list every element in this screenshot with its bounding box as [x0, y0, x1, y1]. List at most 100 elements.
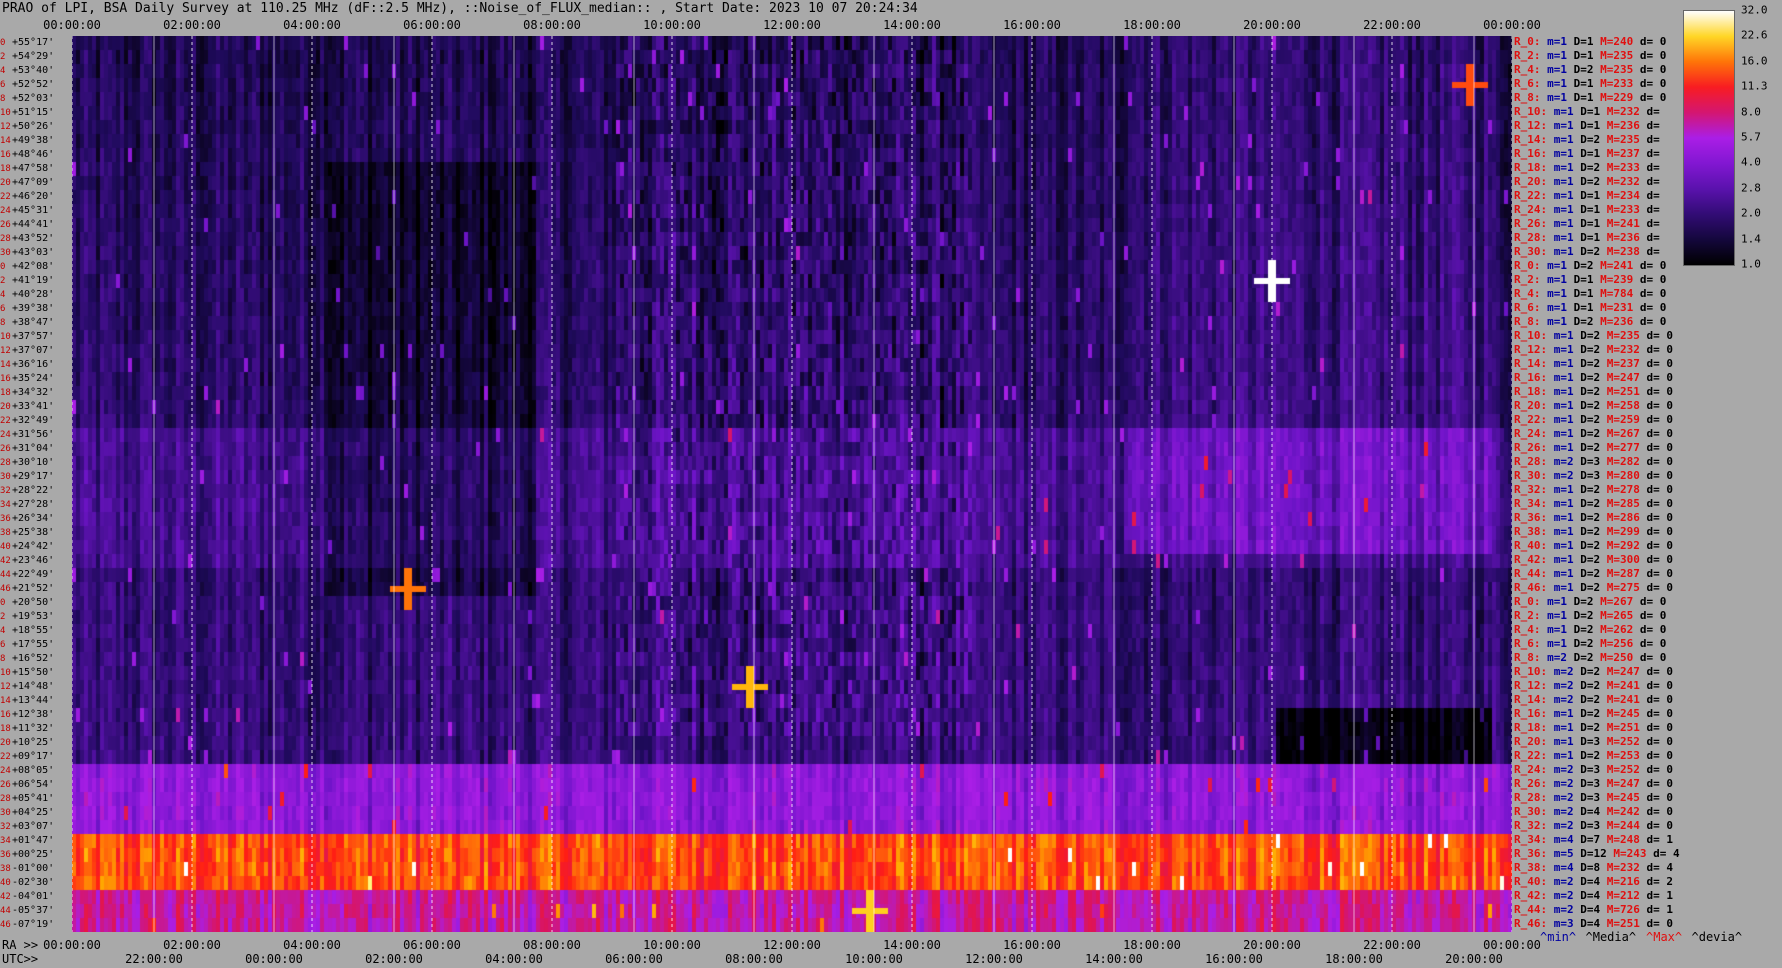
row-index: 16	[0, 150, 11, 160]
row-stat: R_26: m=2 D=3 M=247 d= 0	[1514, 777, 1680, 790]
stat-h: M=237	[1606, 357, 1640, 370]
stat-h: M=236	[1606, 231, 1640, 244]
row-stat: R_4: m=1 D=1 M=784 d= 0	[1514, 287, 1673, 300]
row-index: 8	[0, 94, 6, 104]
declination-value: +39°38'	[12, 303, 55, 314]
stat-v: d= 0	[1646, 469, 1674, 482]
row-index: 0	[0, 598, 6, 608]
declination-value: +09°17'	[12, 751, 55, 762]
stat-h: M=237	[1606, 147, 1640, 160]
row-index: 18	[0, 724, 11, 734]
stat-d: D=4	[1580, 889, 1601, 902]
stat-r: R_14:	[1514, 357, 1548, 370]
ra-tick-label: 18:00:00	[1123, 938, 1181, 952]
row-stat: R_16: m=1 D=2 M=247 d= 0	[1514, 371, 1680, 384]
declination-label: 6 +17°55'	[0, 638, 72, 652]
declination-value: +55°17'	[12, 37, 55, 48]
stat-d: D=2	[1580, 427, 1601, 440]
row-index: 14	[0, 696, 11, 706]
declination-value: +47°09'	[12, 177, 55, 188]
stat-r: R_36:	[1514, 847, 1548, 860]
row-stat: R_38: m=4 D=8 M=232 d= 4	[1514, 861, 1680, 874]
stat-v: d= 0	[1646, 329, 1674, 342]
stat-v: d= 0	[1639, 315, 1667, 328]
stat-d: D=2	[1580, 679, 1601, 692]
utc-tick-label: 10:00:00	[845, 952, 903, 966]
stat-d: D=2	[1580, 511, 1601, 524]
stat-v: d=	[1646, 105, 1660, 118]
ra-tick-label: 04:00:00	[283, 938, 341, 952]
stat-d: D=2	[1580, 721, 1601, 734]
stat-h: M=285	[1606, 497, 1640, 510]
declination-value: +48°46'	[12, 149, 55, 160]
stat-v: d= 0	[1639, 77, 1667, 90]
stat-v: d= 0	[1646, 693, 1674, 706]
declination-value: +08°05'	[12, 765, 55, 776]
stat-v: d= 0	[1646, 819, 1674, 832]
declination-value: +43°52'	[12, 233, 55, 244]
stat-m: m=1	[1547, 623, 1567, 636]
ra-tick-label: 12:00:00	[763, 938, 821, 952]
stat-r: R_26:	[1514, 441, 1548, 454]
stat-d: D=2	[1580, 161, 1601, 174]
declination-value: +31°04'	[12, 443, 55, 454]
stat-m: m=1	[1553, 427, 1574, 440]
stat-h: M=235	[1600, 49, 1634, 62]
stat-d: D=2	[1580, 581, 1601, 594]
ra-tick-label: 22:00:00	[1363, 938, 1421, 952]
stat-v: d=	[1646, 231, 1660, 244]
stat-r: R_4:	[1514, 287, 1541, 300]
declination-label: 46-07°19'	[0, 918, 72, 932]
declination-label: 8 +16°52'	[0, 652, 72, 666]
stat-v: d= 0	[1646, 427, 1674, 440]
stat-r: R_6:	[1514, 637, 1541, 650]
row-index: 42	[0, 892, 11, 902]
ra-axis-name: RA >>	[2, 938, 39, 952]
stat-m: m=1	[1553, 161, 1574, 174]
legend-item: ^min^	[1540, 930, 1577, 944]
stat-h: M=235	[1606, 133, 1640, 146]
stat-h: M=300	[1606, 553, 1640, 566]
stat-r: R_16:	[1514, 707, 1548, 720]
stat-h: M=259	[1606, 413, 1640, 426]
ra-tick-label: 20:00:00	[1243, 938, 1301, 952]
row-index: 20	[0, 738, 11, 748]
declination-value: +25°38'	[12, 527, 55, 538]
stat-d: D=2	[1573, 623, 1594, 636]
row-stat: R_30: m=2 D=3 M=280 d= 0	[1514, 469, 1680, 482]
row-index: 40	[0, 542, 11, 552]
stat-m: m=2	[1553, 693, 1574, 706]
colorbar-tick: 5.7	[1741, 130, 1761, 144]
stat-d: D=1	[1580, 203, 1601, 216]
stat-m: m=1	[1553, 483, 1574, 496]
declination-label: 12+37°07'	[0, 344, 72, 358]
stat-v: d= 0	[1646, 581, 1674, 594]
stat-d: D=2	[1573, 637, 1594, 650]
utc-tick-label: 16:00:00	[1205, 952, 1263, 966]
declination-value: +37°57'	[12, 331, 55, 342]
declination-label: 22+09°17'	[0, 750, 72, 764]
stat-d: D=2	[1580, 539, 1601, 552]
stat-d: D=12	[1580, 847, 1607, 860]
row-index: 22	[0, 752, 11, 762]
row-stat: R_0: m=1 D=2 M=267 d= 0	[1514, 595, 1673, 608]
stat-h: M=235	[1606, 329, 1640, 342]
stat-v: d= 0	[1646, 441, 1674, 454]
stat-v: d= 0	[1646, 385, 1674, 398]
utc-tick-label: 04:00:00	[485, 952, 543, 966]
row-index: 36	[0, 514, 11, 524]
stat-v: d= 0	[1646, 511, 1674, 524]
declination-value: +20°50'	[12, 597, 55, 608]
row-index: 24	[0, 766, 11, 776]
stat-h: M=245	[1606, 707, 1640, 720]
stat-r: R_10:	[1514, 665, 1548, 678]
row-index: 34	[0, 500, 11, 510]
declination-value: +04°25'	[12, 807, 55, 818]
row-stat: R_2: m=1 D=2 M=265 d= 0	[1514, 609, 1673, 622]
stat-m: m=1	[1553, 203, 1574, 216]
stat-r: R_22:	[1514, 413, 1548, 426]
stat-m: m=1	[1547, 637, 1567, 650]
utc-tick-label: 06:00:00	[605, 952, 663, 966]
row-index: 18	[0, 388, 11, 398]
stat-m: m=2	[1553, 469, 1574, 482]
